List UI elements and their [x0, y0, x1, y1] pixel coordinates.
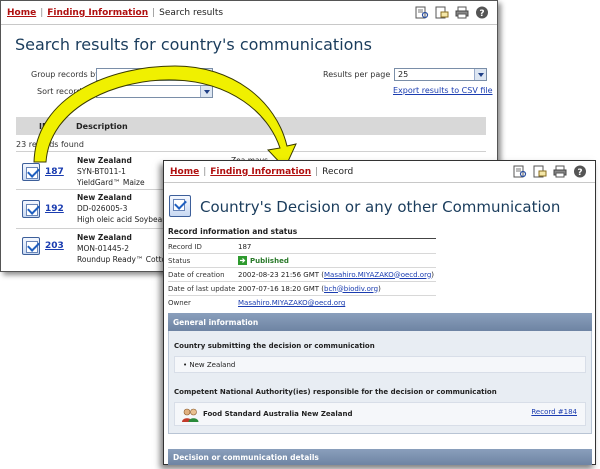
results-per-page-select[interactable]: 25	[394, 68, 487, 81]
row-country: New Zealand	[77, 156, 132, 165]
record-id-link[interactable]: 203	[45, 241, 64, 251]
general-info-title: General information	[173, 317, 259, 327]
table-row: New Zealand SYN-BT011-1 YieldGard™ Maize	[77, 155, 145, 188]
record-icon	[169, 195, 191, 217]
row-country: New Zealand	[77, 193, 132, 202]
field-key: Status	[168, 256, 191, 265]
details-title: Decision or communication details	[173, 452, 319, 462]
row-country: New Zealand	[77, 233, 132, 242]
cna-record-link[interactable]: Record #184	[531, 408, 577, 416]
owner-row: Owner Masahiro.MIYAZAKO@oecd.org	[168, 296, 436, 310]
table-row: New Zealand DD-026005-3 High oleic acid …	[77, 192, 167, 225]
row-product: High oleic acid Soybean	[77, 215, 167, 224]
email-doc-icon[interactable]	[435, 6, 449, 19]
table-row: New Zealand MON-01445-2 Roundup Ready™ C…	[77, 232, 171, 265]
last-update-row: Date of last update 2007-07-16 18:20 GMT…	[168, 282, 436, 296]
breadcrumb-current: Search results	[159, 7, 224, 18]
results-per-page-value: 25	[398, 70, 409, 79]
record-icon[interactable]	[22, 163, 40, 181]
group-by-label: Group records by	[31, 70, 100, 79]
breadcrumb-home-link[interactable]: Home	[170, 167, 199, 177]
breadcrumb: Home | Finding Information | Record ?	[164, 161, 595, 183]
svg-text:?: ?	[479, 9, 484, 19]
updater-email-link[interactable]: bch@biodiv.org	[324, 285, 378, 293]
record-id-link[interactable]: 192	[45, 204, 64, 214]
breadcrumb-finding-link[interactable]: Finding Information	[47, 8, 148, 18]
help-icon[interactable]: ?	[475, 6, 489, 19]
record-info-header: Record information and status	[168, 227, 436, 239]
last-update-value: 2007-07-16 18:20 GMT	[238, 284, 320, 293]
sort-by-select[interactable]	[96, 85, 213, 98]
page-title: Search results for country's communicati…	[15, 35, 372, 54]
chevron-down-icon	[200, 69, 212, 80]
record-id-link[interactable]: 187	[45, 167, 64, 177]
record-icon[interactable]	[22, 200, 40, 218]
breadcrumb-finding-link[interactable]: Finding Information	[210, 167, 311, 177]
results-per-page-label: Results per page	[323, 70, 391, 79]
record-id-value: 187	[238, 242, 252, 251]
creation-date-value: 2002-08-23 21:56 GMT	[238, 270, 320, 279]
row-code: MON-01445-2	[77, 244, 130, 253]
row-code: DD-026005-3	[77, 204, 128, 213]
description-column-header[interactable]: Description	[76, 122, 128, 131]
general-info-header[interactable]: General information	[168, 313, 592, 331]
published-arrow-icon	[238, 256, 247, 265]
breadcrumb: Home | Finding Information | Search resu…	[1, 1, 497, 25]
records-found-count: 23 records found	[16, 140, 84, 149]
breadcrumb-home-link[interactable]: Home	[7, 8, 36, 18]
group-by-select[interactable]	[96, 68, 213, 81]
people-icon	[182, 408, 199, 422]
field-key: Record ID	[168, 242, 202, 251]
creator-email-link[interactable]: Masahiro.MIYAZAKO@oecd.org	[324, 271, 431, 279]
search-doc-icon[interactable]	[415, 6, 429, 19]
record-id-row: Record ID 187	[168, 240, 436, 254]
id-column-header[interactable]: ID	[39, 122, 49, 131]
field-key: Date of last update	[168, 284, 236, 293]
record-icon[interactable]	[22, 237, 40, 255]
record-window: Home | Finding Information | Record ? Co…	[163, 160, 596, 465]
row-product: YieldGard™ Maize	[77, 178, 145, 187]
status-badge: Published	[250, 256, 289, 265]
toolbar: ?	[415, 6, 489, 19]
country-label: Country submitting the decision or commu…	[174, 342, 375, 350]
chevron-down-icon	[474, 69, 486, 80]
row-code: SYN-BT011-1	[77, 167, 126, 176]
details-header[interactable]: Decision or communication details	[168, 449, 592, 465]
sort-by-label: Sort records by	[37, 87, 99, 96]
chevron-down-icon	[200, 86, 212, 97]
svg-text:?: ?	[577, 168, 582, 178]
creation-date-row: Date of creation 2002-08-23 21:56 GMT (M…	[168, 268, 436, 282]
field-key: Owner	[168, 299, 191, 307]
status-row: Status Published	[168, 254, 436, 268]
breadcrumb-current: Record	[322, 166, 354, 177]
email-doc-icon[interactable]	[533, 165, 547, 178]
search-doc-icon[interactable]	[513, 165, 527, 178]
results-table-header: ID Description	[16, 117, 486, 135]
record-info-title: Record information and status	[168, 227, 298, 236]
print-icon[interactable]	[455, 6, 469, 19]
row-product: Roundup Ready™ Cotton	[77, 255, 171, 264]
owner-email-link[interactable]: Masahiro.MIYAZAKO@oecd.org	[238, 299, 345, 307]
field-key: Date of creation	[168, 270, 225, 279]
export-csv-link[interactable]: Export results to CSV file	[393, 86, 493, 95]
help-icon[interactable]: ?	[573, 165, 587, 178]
cna-value: Food Standard Australia New Zealand	[203, 410, 353, 418]
cna-box: Food Standard Australia New Zealand Reco…	[174, 402, 586, 426]
country-value: • New Zealand	[183, 361, 236, 369]
country-box: • New Zealand	[174, 356, 586, 373]
cna-label: Competent National Authority(ies) respon…	[174, 388, 497, 396]
print-icon[interactable]	[553, 165, 567, 178]
page-title: Country's Decision or any other Communic…	[200, 198, 561, 216]
toolbar: ?	[513, 165, 587, 178]
